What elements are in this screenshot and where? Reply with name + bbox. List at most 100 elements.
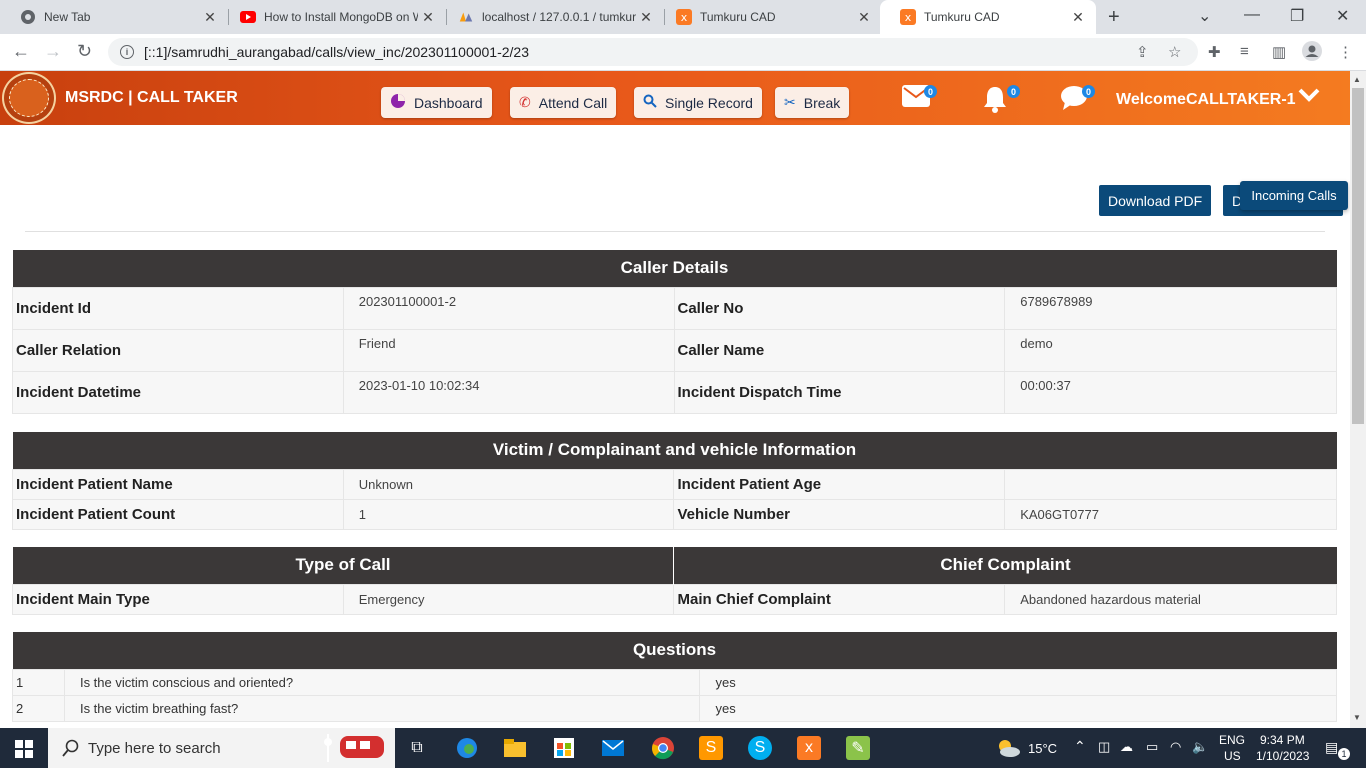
back-icon[interactable]: ← [12,41,30,62]
tab-phpmyadmin[interactable]: localhost / 127.0.0.1 / tumkur ✕ [438,0,664,34]
xampp-icon: x [900,9,916,25]
minimize-icon[interactable]: — [1244,6,1260,24]
temperature: 15°C [1028,741,1058,756]
tab-search-chevron-icon[interactable]: ⌄ [1198,6,1211,26]
close-icon[interactable]: ✕ [854,9,874,26]
bookmark-star-icon[interactable]: ☆ [1168,43,1181,61]
attend-call-button[interactable]: ✆ Attend Call [510,87,617,118]
incident-datetime-value: 2023-01-10 10:02:34 [342,370,675,414]
tab-title: How to Install MongoDB on W [264,10,418,24]
close-icon[interactable]: ✕ [636,9,656,26]
microsoft-store-icon[interactable] [552,736,576,760]
app-header: MSRDC | CALL TAKER Dashboard ✆ Attend Ca… [0,71,1350,125]
notification-count-badge: 0 [1007,85,1020,98]
question-number: 1 [12,668,65,696]
menu-kebab-icon[interactable]: ⋮ [1338,43,1353,61]
edge-icon[interactable] [455,736,479,760]
close-icon[interactable]: ✕ [1068,9,1088,26]
notification-center-icon[interactable]: ▤ [1325,739,1338,756]
table-row: Incident Id 202301100001-2 Caller No 678… [12,286,1337,330]
download-pdf-button[interactable]: Download PDF [1099,185,1212,216]
windows-start-icon[interactable] [15,740,33,763]
region-indicator: US [1224,749,1241,763]
phpmyadmin-icon [458,9,474,25]
main-type-value: Emergency [342,583,675,615]
dispatch-time-label: Incident Dispatch Time [673,370,1006,414]
questions-title: Questions [12,632,1337,669]
search-highlight-train-icon[interactable] [312,734,392,762]
brand-title: MSRDC | CALL TAKER [65,89,238,106]
show-hidden-icons-icon[interactable]: ⌃ [1074,738,1086,755]
sublime-text-icon[interactable]: S [699,736,723,760]
victim-info-table: Victim / Complainant and vehicle Informa… [12,432,1337,530]
chrome-taskbar-icon[interactable] [650,736,676,760]
profile-avatar-icon[interactable] [1302,41,1322,65]
maximize-icon[interactable]: ❐ [1290,6,1304,26]
welcome-prefix: Welcome [1116,91,1186,108]
chevron-down-icon[interactable] [1297,85,1321,111]
incoming-calls-button[interactable]: Incoming Calls [1240,181,1348,210]
main-complaint-value: Abandoned hazardous material [1004,583,1337,615]
patient-age-value [1004,468,1337,500]
wifi-icon[interactable]: ◠ [1170,739,1181,755]
break-button[interactable]: ✂ Break [775,87,850,118]
questions-table: Questions 1 Is the victim conscious and … [12,632,1337,722]
table-row: Incident Main Type Emergency Main Chief … [12,583,1337,615]
mail-app-icon[interactable] [601,736,625,760]
scroll-down-icon[interactable]: ▼ [1353,713,1361,722]
reload-icon[interactable]: ↻ [77,41,92,62]
svg-text:x: x [905,11,912,24]
file-explorer-icon[interactable] [503,736,527,760]
caller-details-title: Caller Details [12,250,1337,287]
break-label: Break [803,94,841,111]
skype-icon[interactable]: S [748,736,772,760]
volume-icon[interactable]: 🔈 [1192,739,1208,755]
tab-title: Tumkuru CAD [924,10,1000,24]
chat-count-badge: 0 [1082,85,1095,98]
bell-icon[interactable] [982,85,1008,120]
search-icon [643,94,657,111]
single-record-button[interactable]: Single Record [634,87,762,118]
tab-new-tab[interactable]: New Tab ✕ [0,0,228,34]
welcome-user[interactable]: WelcomeCALLTAKER-1 [1116,91,1296,109]
onedrive-icon[interactable]: ☁ [1120,739,1133,755]
tab-tumkuru-cad[interactable]: x Tumkuru CAD ✕ [656,0,882,34]
weather-icon[interactable] [995,736,1021,760]
chief-complaint-title: Chief Complaint [673,547,1337,584]
clock-date: 1/10/2023 [1256,749,1310,763]
task-view-icon[interactable]: ⧉ [405,736,429,760]
tab-tumkuru-cad-active[interactable]: x Tumkuru CAD ✕ [880,0,1096,34]
dashboard-button[interactable]: Dashboard [381,87,492,118]
new-tab-button[interactable]: + [1108,6,1120,29]
svg-text:x: x [681,11,688,24]
close-icon[interactable]: ✕ [200,9,220,26]
url-field[interactable]: i [::1]/samrudhi_aurangabad/calls/view_i… [108,38,1198,66]
xampp-taskbar-icon[interactable]: x [797,736,821,760]
type-of-call-title: Type of Call [12,547,675,584]
media-queue-icon[interactable]: ≡ [1240,43,1249,60]
xampp-icon: x [676,9,692,25]
battery-icon[interactable]: ▭ [1146,739,1158,755]
site-info-icon[interactable]: i [120,45,134,59]
extensions-icon[interactable]: ✚ [1208,43,1221,61]
incident-datetime-label: Incident Datetime [12,370,344,414]
scroll-up-icon[interactable]: ▲ [1353,75,1361,84]
meet-now-icon[interactable]: ◫ [1098,739,1110,755]
table-row: 2 Is the victim breathing fast? yes [12,694,1337,722]
window-close-icon[interactable]: ✕ [1336,6,1349,26]
tab-mongodb[interactable]: How to Install MongoDB on W ✕ [220,0,446,34]
share-icon[interactable]: ⇪ [1136,43,1149,61]
browser-tab-strip: New Tab ✕ How to Install MongoDB on W ✕ … [0,0,1366,34]
caller-name-label: Caller Name [673,328,1006,372]
caller-details-table: Caller Details Incident Id 202301100001-… [12,250,1337,414]
close-icon[interactable]: ✕ [418,9,438,26]
notepad-icon[interactable]: ✎ [846,736,870,760]
incident-id-label: Incident Id [12,286,344,330]
clock-time[interactable]: 9:34 PM [1260,733,1305,747]
scrollbar-thumb[interactable] [1352,88,1364,424]
language-indicator[interactable]: ENG [1219,733,1245,747]
pie-chart-icon [390,93,406,112]
page-scrollbar[interactable]: ▲ ▼ [1350,71,1366,728]
forward-icon[interactable]: → [44,41,62,62]
side-panel-icon[interactable]: ▥ [1272,43,1286,61]
